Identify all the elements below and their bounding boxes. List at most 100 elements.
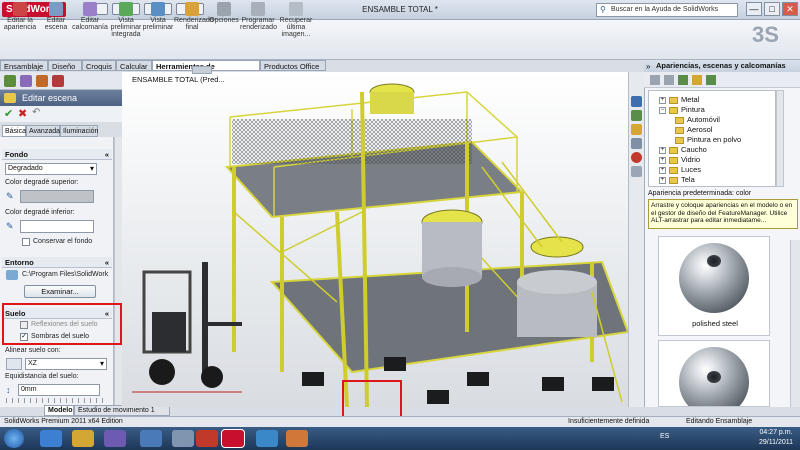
tree-item-vidrio[interactable]: + Vidrio — [659, 155, 700, 164]
close-button[interactable]: ✕ — [782, 2, 798, 16]
pane-chevron-icon[interactable]: » — [646, 62, 650, 71]
eyedropper-icon[interactable]: ✎ — [6, 221, 14, 232]
taskbar-app-icon[interactable] — [286, 430, 308, 447]
home-icon[interactable] — [631, 96, 642, 107]
bottom-gradient-color-swatch[interactable] — [20, 220, 94, 233]
cancel-x-icon[interactable]: ✖ — [18, 107, 27, 120]
tab-iluminacion[interactable]: Iluminación — [60, 125, 98, 137]
ds-watermark-logo: 3S — [752, 22, 779, 47]
edit-decal-button[interactable]: Editar calcomanía — [72, 2, 108, 38]
align-floor-select[interactable]: XZ — [25, 358, 107, 370]
top-gradient-color-swatch[interactable] — [20, 190, 94, 203]
background-type-select[interactable]: Degradado — [5, 163, 97, 175]
floor-offset-input[interactable]: 0mm — [18, 384, 100, 396]
tree-item-caucho[interactable]: + Caucho — [659, 145, 707, 154]
help-search-input[interactable]: Buscar en la Ayuda de SolidWorks — [596, 3, 738, 17]
folder-icon — [669, 156, 678, 164]
floor-offset-slider[interactable] — [6, 398, 106, 403]
display-manager-icon[interactable] — [52, 75, 64, 87]
feature-manager-icon[interactable] — [4, 75, 16, 87]
appearances-icon[interactable] — [631, 152, 642, 163]
folder-icon — [675, 136, 684, 144]
options-button[interactable]: Opciones — [206, 2, 242, 38]
tree-item-luces[interactable]: + Luces — [659, 165, 701, 174]
design-library-icon[interactable] — [631, 110, 642, 121]
assembly-model — [132, 83, 628, 407]
edit-appearance-button[interactable]: Editar la apariencia — [2, 2, 38, 38]
edit-scene-button[interactable]: Editar escena — [38, 2, 74, 38]
fondo-group-header[interactable]: Fondo « — [2, 149, 112, 160]
configuration-manager-icon[interactable] — [36, 75, 48, 87]
schedule-render-button[interactable]: Programar renderizado — [240, 2, 277, 38]
tab-modelo[interactable]: Modelo — [44, 405, 74, 416]
top-gradient-label: Color degradé superior: — [5, 179, 79, 186]
align-floor-label: Alinear suelo con: — [5, 347, 61, 354]
entorno-group-header[interactable]: Entorno « — [2, 257, 112, 268]
media-player-icon[interactable] — [104, 430, 126, 447]
tree-item-pintura-polvo[interactable]: Pintura en polvo — [675, 135, 741, 144]
tab-ensamblaje[interactable]: Ensamblaje — [0, 60, 48, 71]
start-button[interactable] — [4, 429, 24, 448]
add-icon[interactable] — [678, 75, 688, 85]
taskbar-app-icon[interactable] — [256, 430, 278, 447]
tree-item-metal[interactable]: + Metal — [659, 95, 699, 104]
tree-item-aerosol[interactable]: Aerosol — [675, 125, 712, 134]
swatch-scrollbar[interactable] — [790, 240, 800, 407]
graphics-viewport[interactable] — [122, 72, 628, 407]
tab-diseno[interactable]: Diseño — [48, 60, 82, 71]
file-explorer-icon[interactable] — [631, 124, 642, 135]
integrated-preview-button[interactable]: Vista preliminar integrada — [108, 2, 144, 38]
tree-item-pintura[interactable]: − Pintura — [659, 105, 705, 114]
forklift — [132, 262, 242, 393]
recall-last-image-button[interactable]: Recuperar última imagen... — [278, 2, 314, 38]
system-clock[interactable]: 04:27 p.m. 29/11/2011 — [752, 428, 800, 448]
tree-scrollbar[interactable] — [776, 90, 784, 187]
ok-check-icon[interactable]: ✔ — [4, 107, 13, 120]
tab-avanzada[interactable]: Avanzada — [26, 125, 60, 137]
solidworks-taskbar-icon[interactable] — [221, 429, 245, 448]
taskbar-app-icon[interactable] — [140, 430, 162, 447]
swatch-polished-steel[interactable]: polished steel — [658, 236, 770, 336]
custom-properties-icon[interactable] — [631, 166, 642, 177]
property-manager-icon[interactable] — [20, 75, 32, 87]
task-pane-tabs — [628, 72, 644, 407]
preview-button[interactable]: Vista preliminar — [140, 2, 176, 38]
keep-background-checkbox[interactable] — [22, 238, 30, 246]
acrobat-icon[interactable] — [196, 430, 218, 447]
undo-arrow-icon[interactable]: ↶ — [32, 107, 40, 118]
axis-triad-icon — [6, 358, 22, 370]
tab-productos-office[interactable]: Productos Office — [260, 60, 326, 71]
final-render-button[interactable]: Renderizado final — [174, 2, 214, 38]
appearance-icon — [13, 2, 27, 16]
scene-icon — [49, 2, 63, 16]
forward-icon[interactable] — [664, 75, 674, 85]
ie-icon[interactable] — [40, 430, 62, 447]
swatch-steel-2[interactable] — [658, 340, 770, 407]
language-indicator[interactable]: ES — [660, 433, 669, 440]
collapse-chevron-icon[interactable]: « — [105, 257, 109, 268]
heads-up-toolbar[interactable] — [192, 66, 212, 74]
folder-up-icon[interactable] — [692, 75, 702, 85]
browse-button[interactable]: Examinar... — [24, 285, 96, 298]
tree-item-tela[interactable]: + Tela — [659, 175, 695, 184]
scene-subtabs: Básica Avanzada Iluminación — [0, 125, 122, 137]
explorer-icon[interactable] — [72, 430, 94, 447]
maximize-button[interactable]: □ — [764, 2, 780, 16]
folder-icon — [675, 116, 684, 124]
viewport-model-title[interactable]: ENSAMBLE TOTAL (Pred... — [132, 75, 225, 84]
tab-calcular[interactable]: Calcular — [116, 60, 152, 71]
collapse-chevron-icon[interactable]: « — [105, 149, 109, 160]
tree-item-automovil[interactable]: Automóvil — [675, 115, 720, 124]
eyedropper-icon[interactable]: ✎ — [6, 191, 14, 202]
back-icon[interactable] — [650, 75, 660, 85]
view-palette-icon[interactable] — [631, 138, 642, 149]
tab-basica[interactable]: Básica — [2, 125, 26, 137]
steel-sphere-preview — [679, 243, 749, 313]
tab-croquis[interactable]: Croquis — [82, 60, 116, 71]
minimize-button[interactable]: — — [746, 2, 762, 16]
options-icon — [217, 2, 231, 16]
left-panel-scrollbar[interactable] — [114, 137, 122, 407]
taskbar-app-icon[interactable] — [172, 430, 194, 447]
preview-integrated-icon — [119, 2, 133, 16]
refresh-icon[interactable] — [706, 75, 716, 85]
